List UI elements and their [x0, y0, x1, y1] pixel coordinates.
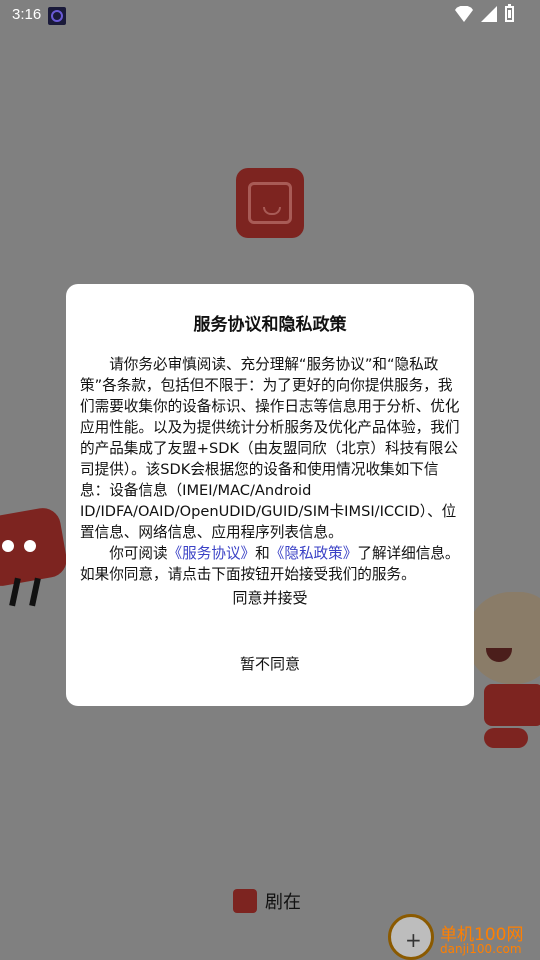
agree-button[interactable]: 同意并接受	[66, 584, 474, 612]
wifi-icon	[455, 6, 473, 22]
brand-logo-icon	[233, 889, 257, 913]
decline-button[interactable]: 暂不同意	[66, 650, 474, 678]
notification-app-icon	[48, 7, 66, 25]
dialog-body: 请你务必审慎阅读、充分理解“服务协议”和“隐私政策”各条款，包括但不限于：为了更…	[80, 354, 460, 585]
signal-icon	[481, 6, 497, 22]
mascot-leg	[29, 577, 41, 607]
mascot-left-illustration	[0, 505, 70, 607]
brand-footer: 剧在	[233, 888, 301, 914]
policy-links-prefix: 你可阅读	[109, 545, 168, 562]
policy-paragraph: 请你务必审慎阅读、充分理解“服务协议”和“隐私政策”各条款，包括但不限于：为了更…	[80, 356, 460, 541]
privacy-policy-link[interactable]: 《隐私政策》	[270, 545, 358, 562]
dialog-title: 服务协议和隐私政策	[193, 315, 347, 335]
status-bar: 3:16	[0, 0, 540, 32]
policy-links-paragraph: 你可阅读《服务协议》和《隐私政策》了解详细信息。如果你同意，请点击下面按钮开始接…	[80, 543, 460, 585]
mascot-head	[466, 592, 540, 684]
watermark-logo-icon: +	[388, 914, 434, 960]
mascot-eye	[2, 540, 14, 552]
service-agreement-link[interactable]: 《服务协议》	[168, 545, 256, 562]
mascot-right-illustration	[466, 592, 540, 757]
policy-links-and: 和	[255, 545, 270, 562]
watermark-url: danji100.com	[440, 942, 522, 956]
privacy-dialog: 服务协议和隐私政策 请你务必审慎阅读、充分理解“服务协议”和“隐私政策”各条款，…	[66, 284, 474, 706]
mascot-eye	[24, 540, 36, 552]
mascot-shorts	[484, 684, 540, 726]
status-icons	[455, 4, 514, 22]
battery-icon	[505, 4, 514, 22]
app-logo	[236, 168, 304, 238]
watermark-plus-icon: +	[405, 928, 422, 952]
ticket-face-icon	[248, 182, 292, 224]
mascot-shoe	[484, 728, 528, 748]
status-time: 3:16	[12, 6, 42, 23]
brand-name: 剧在	[265, 892, 301, 913]
